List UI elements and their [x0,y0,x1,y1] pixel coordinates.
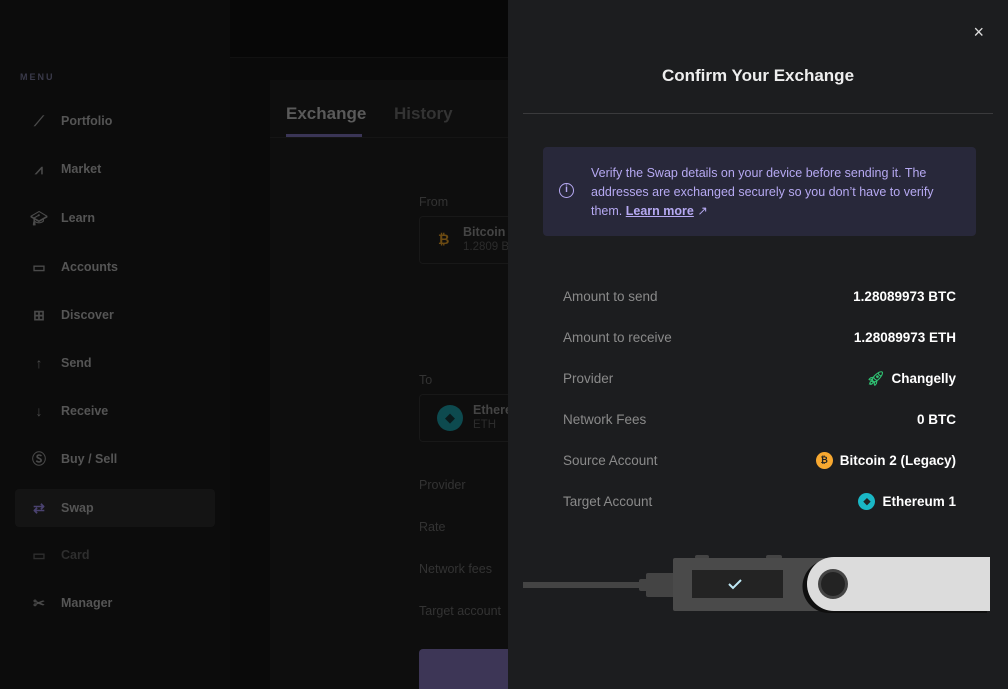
nav-label: Accounts [61,260,118,274]
sidebar-item-learn[interactable]: 🎓︎ Learn [15,199,215,237]
info-icon: i [559,183,574,198]
nav-label: Learn [61,211,96,225]
from-account-select[interactable]: ₿ Bitcoin 1.2809 B [419,216,514,264]
row-value: 1.28089973 BTC [853,288,956,304]
market-icon: ⩘ [35,160,43,177]
grid-icon: ⊞ [33,306,45,323]
nav-label: Buy / Sell [61,452,118,466]
nav-label: Card [61,548,90,562]
tools-icon: ✂ [33,594,45,611]
divider [523,113,993,114]
from-name: Bitcoin [463,225,506,239]
changelly-rocket-icon: 🚀︎ [866,369,885,386]
sidebar-item-discover[interactable]: ⊞ Discover [15,296,215,334]
external-link-icon: ↗ [697,204,708,218]
bitcoin-icon: ₿ [815,451,833,469]
top-bar [230,0,508,58]
sidebar-item-buy-sell[interactable]: Ⓢ Buy / Sell [15,440,215,478]
nav-label: Market [61,162,102,176]
tab-divider [270,137,508,138]
sidebar-item-market[interactable]: ⩘ Market [15,150,215,188]
nav-label: Swap [61,501,94,515]
summary-row: Provider 🚀︎ Changelly [563,368,956,388]
row-label: Amount to send [563,288,658,304]
exchange-button[interactable] [419,649,514,689]
bitcoin-icon: ₿ [438,231,450,247]
summary-row: Amount to receive 1.28089973 ETH [563,327,956,347]
tab-exchange[interactable]: Exchange [286,104,366,124]
nav-label: Portfolio [61,114,113,128]
nav-label: Send [61,356,92,370]
provider-label: Provider [419,478,466,492]
close-icon[interactable]: × [973,22,984,43]
info-alert: i Verify the Swap details on your device… [543,147,976,236]
to-label: To [419,373,433,387]
summary-row: Source Account ₿ Bitcoin 2 (Legacy) [563,450,956,470]
sidebar-item-swap[interactable]: ⇄ Swap [15,489,215,527]
row-label: Network Fees [563,411,647,427]
row-value: 1.28089973 ETH [853,329,956,345]
sidebar-item-manager[interactable]: ✂ Manager [15,584,215,622]
arrow-up-icon: ↑ [35,355,43,371]
to-account-select[interactable]: ◆ Ethereum ETH [419,394,514,442]
ethereum-icon: ◆ [858,492,876,510]
menu-title: MENU [20,72,55,82]
tab-history[interactable]: History [394,104,453,124]
chart-line-icon: ⟋ [34,112,44,129]
sidebar-item-portfolio[interactable]: ⟋ Portfolio [15,102,215,140]
sidebar-item-card[interactable]: ▭ Card [15,536,215,574]
learn-more-link[interactable]: Learn more [626,204,694,218]
card-icon: ▭ [32,546,46,563]
rate-label: Rate [419,520,446,534]
summary-row: Network Fees 0 BTC [563,409,956,429]
ledger-device-illustration [523,555,990,613]
confirm-exchange-modal: × Confirm Your Exchange i Verify the Swa… [508,0,1008,689]
to-ticker: ETH [473,419,496,431]
nav-label: Receive [61,404,109,418]
sidebar-item-accounts[interactable]: ▭ Accounts [15,248,215,286]
arrow-down-icon: ↓ [35,403,43,419]
row-label: Amount to receive [563,329,672,345]
row-label: Target Account [563,493,653,509]
sidebar: MENU ⟋ Portfolio ⩘ Market 🎓︎ Learn ▭ Account… [0,0,230,689]
row-value: Changelly [891,370,956,386]
exchange-card [270,80,508,689]
summary-row: Target Account ◆ Ethereum 1 [563,491,956,511]
nav-label: Discover [61,308,114,322]
row-label: Provider [563,370,614,386]
row-label: Source Account [563,452,658,468]
swap-icon: ⇄ [33,499,45,516]
wallet-icon: ▭ [32,258,46,275]
from-amount: 1.2809 B [463,241,510,253]
nav-label: Manager [61,596,113,610]
row-value: 0 BTC [916,411,956,427]
graduation-cap-icon: 🎓︎ [30,209,48,226]
row-value: Bitcoin 2 (Legacy) [839,452,956,468]
sidebar-item-send[interactable]: ↑ Send [15,344,215,382]
from-label: From [419,195,449,209]
row-value: Ethereum 1 [882,493,956,509]
modal-title: Confirm Your Exchange [661,66,855,85]
sidebar-item-receive[interactable]: ↓ Receive [15,392,215,430]
target-account-label: Target account [419,604,501,618]
summary-row: Amount to send 1.28089973 BTC [563,286,956,306]
ethereum-icon: ◆ [437,405,463,431]
network-fees-label: Network fees [419,562,492,576]
dollar-icon: Ⓢ [32,451,46,467]
